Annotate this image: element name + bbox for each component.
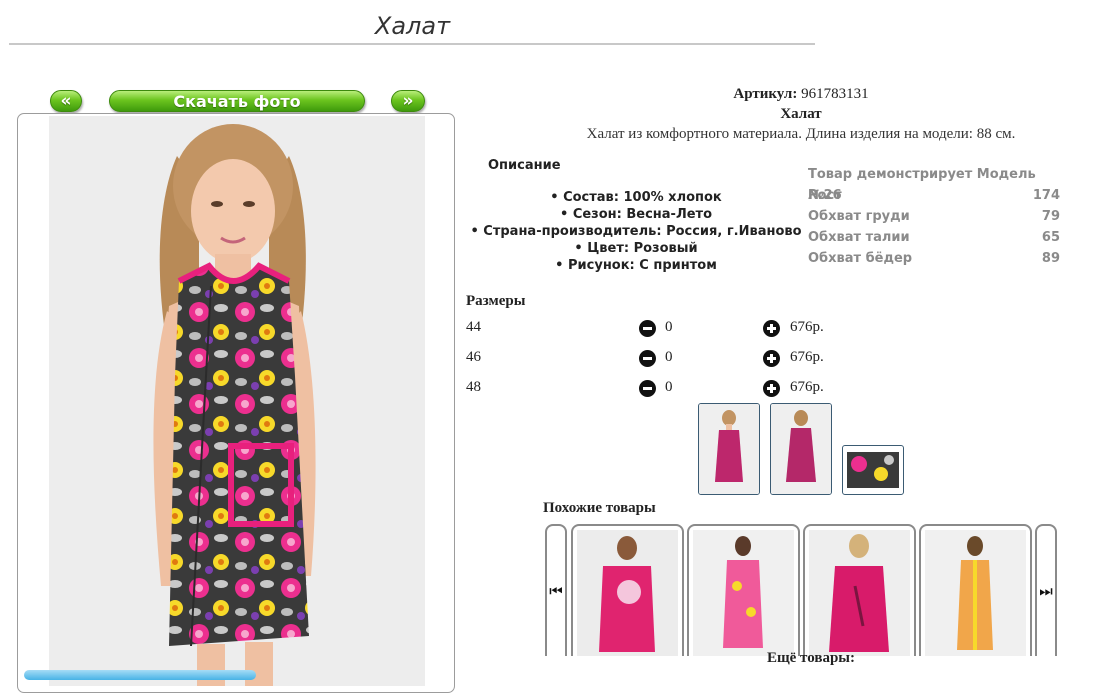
download-photo-button[interactable]: Скачать фото xyxy=(109,90,365,112)
thumbnail-back[interactable] xyxy=(770,403,832,495)
minus-icon[interactable] xyxy=(639,350,656,367)
model-label: Обхват талии xyxy=(808,230,910,245)
article-number: 961783131 xyxy=(801,86,869,102)
product-name: Халат xyxy=(780,106,822,122)
model-label: Обхват бёдер xyxy=(808,251,913,266)
page-title: Халат xyxy=(374,12,451,40)
model-row: Обхват бёдер 89 xyxy=(808,248,1060,269)
minus-icon[interactable] xyxy=(639,380,656,397)
plus-icon[interactable] xyxy=(763,380,780,397)
similar-products-heading: Похожие товары xyxy=(543,500,656,516)
size-row: 46 0 676р. xyxy=(466,349,866,369)
similar-product-card[interactable] xyxy=(919,524,1032,656)
size-row: 48 0 676р. xyxy=(466,379,866,399)
model-heading: Товар демонстрирует Модель №26 xyxy=(808,164,1060,203)
size-label: 46 xyxy=(466,349,481,365)
similar-products-carousel: ⏮ ⏭ xyxy=(545,524,1057,656)
similar-product-card[interactable] xyxy=(687,524,800,656)
model-value: 79 xyxy=(1041,209,1060,224)
skip-previous-icon: ⏮ xyxy=(549,582,563,600)
next-photo-button[interactable]: » xyxy=(391,90,425,112)
spec-item: Состав: 100% хлопок xyxy=(466,189,806,206)
similar-product-card[interactable] xyxy=(803,524,916,656)
model-heading-text: Товар демонстрирует Модель №26 xyxy=(808,167,1036,203)
spec-item: Рисунок: С принтом xyxy=(466,257,806,274)
main-product-photo[interactable] xyxy=(49,116,425,686)
photo-scrollbar[interactable] xyxy=(24,670,256,680)
article-line: Артикул: 961783131 xyxy=(466,86,1112,103)
quantity-value: 0 xyxy=(665,319,673,335)
size-label: 44 xyxy=(466,319,481,335)
minus-icon[interactable] xyxy=(639,320,656,337)
model-row: Обхват талии 65 xyxy=(808,227,1060,248)
model-value: 174 xyxy=(1032,188,1060,203)
carousel-next-button[interactable]: ⏭ xyxy=(1035,524,1057,656)
thumbnail-front[interactable] xyxy=(698,403,760,495)
model-row: Обхват груди 79 xyxy=(808,206,1060,227)
size-price: 676р. xyxy=(790,319,824,335)
model-value: 89 xyxy=(1041,251,1060,266)
specs-heading: Описание xyxy=(488,158,561,173)
similar-product-card[interactable] xyxy=(571,524,684,656)
plus-icon[interactable] xyxy=(763,350,780,367)
plus-icon[interactable] xyxy=(763,320,780,337)
specs-list: Состав: 100% хлопок Сезон: Весна-Лето Ст… xyxy=(466,189,806,274)
previous-photo-button[interactable]: « xyxy=(50,90,82,112)
size-row: 44 0 676р. xyxy=(466,319,866,339)
model-value: 65 xyxy=(1041,230,1060,245)
more-products-heading: Ещё товары: xyxy=(766,650,856,666)
carousel-prev-button[interactable]: ⏮ xyxy=(545,524,567,656)
quantity-value: 0 xyxy=(665,349,673,365)
spec-item: Страна-производитель: Россия, г.Иваново xyxy=(466,223,806,240)
product-description: Халат из комфортного материала. Длина из… xyxy=(586,126,1016,142)
spec-item: Сезон: Весна-Лето xyxy=(466,206,806,223)
size-price: 676р. xyxy=(790,379,824,395)
quantity-value: 0 xyxy=(665,379,673,395)
thumbnail-fabric[interactable] xyxy=(842,445,904,495)
main-photo-frame[interactable] xyxy=(17,113,455,693)
title-divider xyxy=(9,43,815,45)
skip-next-icon: ⏭ xyxy=(1039,582,1053,600)
article-label: Артикул: xyxy=(733,86,798,102)
size-price: 676р. xyxy=(790,349,824,365)
model-measurements: Товар демонстрирует Модель №26 Рост 174 … xyxy=(808,164,1060,269)
model-label: Рост xyxy=(808,188,842,203)
sizes-heading: Размеры xyxy=(466,293,526,309)
model-row: Рост 174 xyxy=(808,185,1060,206)
spec-item: Цвет: Розовый xyxy=(466,240,806,257)
model-label: Обхват груди xyxy=(808,209,910,224)
size-label: 48 xyxy=(466,379,481,395)
